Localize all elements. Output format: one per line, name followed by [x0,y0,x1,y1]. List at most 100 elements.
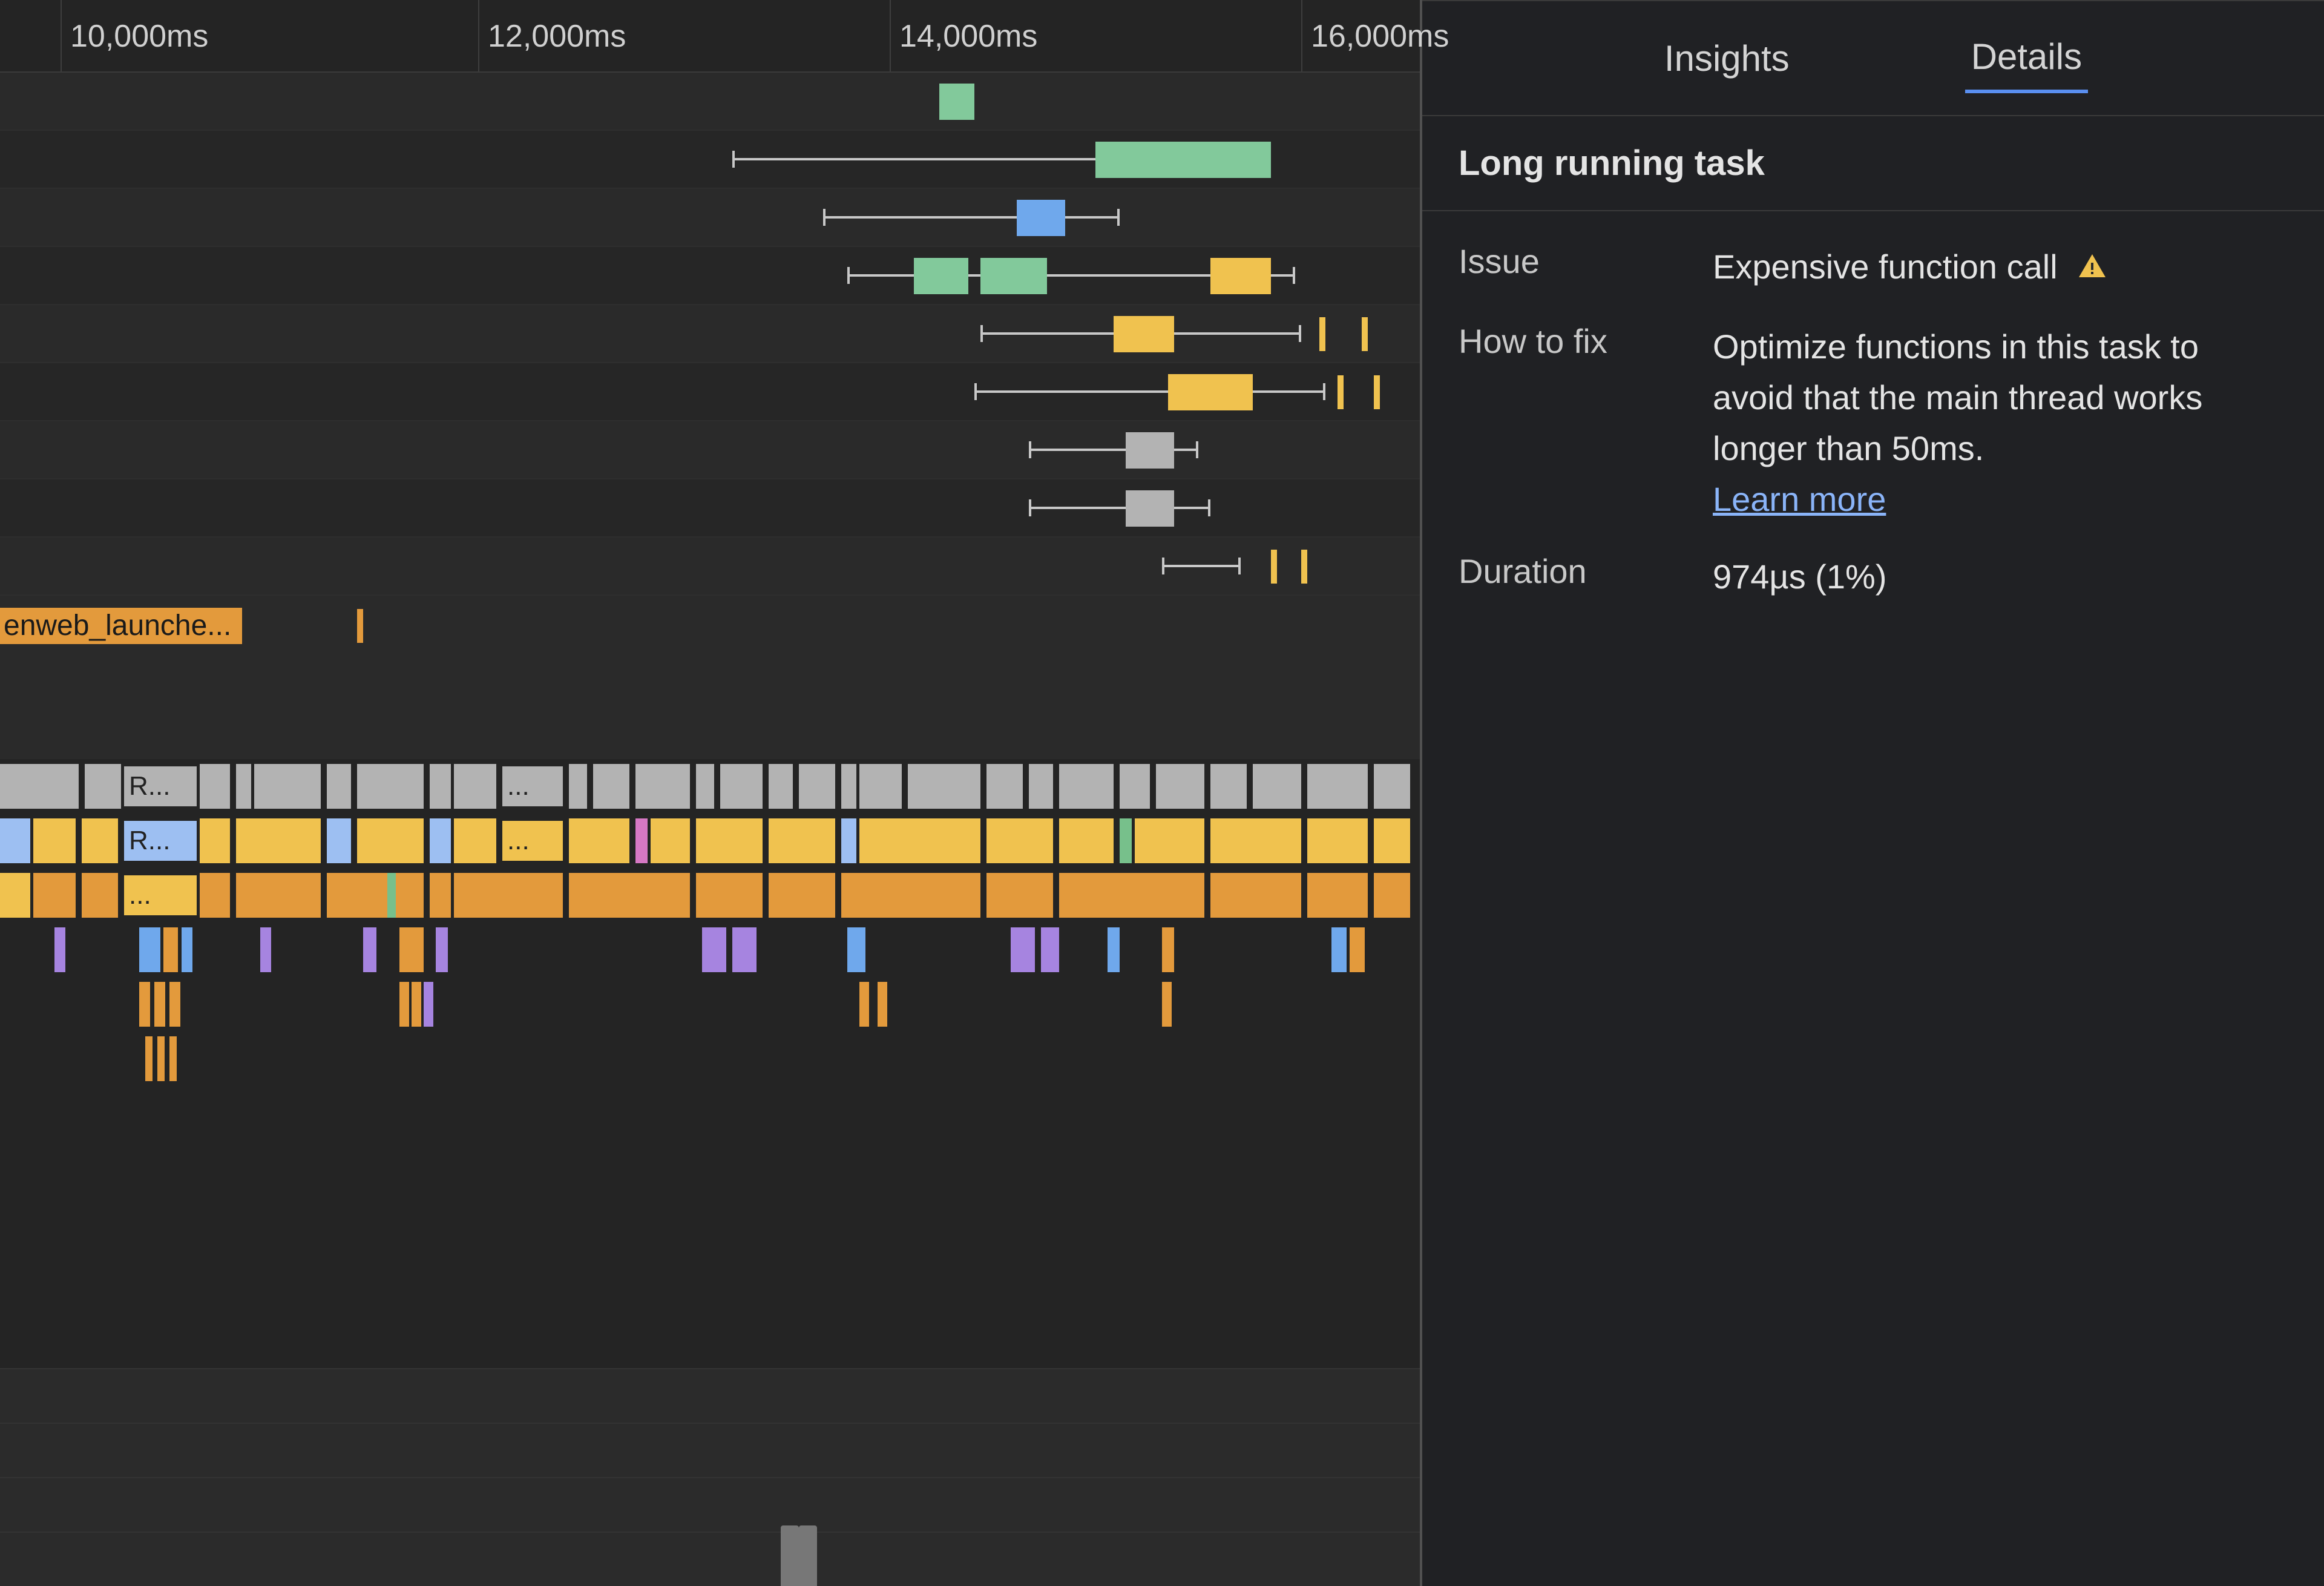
flame-block[interactable] [841,818,856,863]
launcher-chip[interactable]: enweb_launche... [0,608,242,644]
flame-block[interactable] [696,873,763,918]
flame-block[interactable] [569,818,629,863]
flame-block[interactable]: ... [124,875,197,915]
timeline-sliver[interactable] [357,609,363,643]
wave-row[interactable] [0,1532,1420,1586]
tab-details[interactable]: Details [1965,24,2088,93]
flame-block[interactable] [1210,873,1301,918]
timeline-sliver[interactable] [1271,550,1277,584]
flame-block[interactable] [454,818,496,863]
flame-block[interactable] [1162,982,1172,1027]
flame-block[interactable] [569,873,690,918]
flame-block[interactable] [859,982,869,1027]
flame-block[interactable] [986,818,1053,863]
flame-block[interactable] [769,764,793,809]
flame-block[interactable] [254,764,321,809]
flame-block[interactable] [1135,818,1204,863]
flame-block[interactable] [0,873,30,918]
flame-block[interactable] [1011,927,1035,972]
tab-insights[interactable]: Insights [1658,25,1796,91]
flame-block[interactable] [635,818,648,863]
flame-block[interactable] [82,873,118,918]
flame-block[interactable] [236,764,251,809]
flame-block[interactable] [436,927,448,972]
flame-block[interactable] [157,1036,165,1081]
flame-block[interactable] [260,927,271,972]
flame-block[interactable] [841,764,856,809]
timeline-block[interactable] [1126,490,1174,527]
flame-block[interactable] [0,764,79,809]
flame-block[interactable] [169,1036,177,1081]
flame-block[interactable] [236,873,321,918]
flame-block[interactable] [154,982,165,1027]
flame-block[interactable] [651,818,690,863]
timeline-block[interactable] [939,84,974,120]
flame-block[interactable] [327,873,424,918]
flame-block[interactable] [424,982,433,1027]
flame-block[interactable] [1210,818,1301,863]
bottom-panel[interactable] [0,1368,1420,1586]
flame-block[interactable] [841,873,980,918]
track-row[interactable] [0,421,1420,479]
flame-block[interactable] [412,982,421,1027]
flame-block[interactable] [635,764,690,809]
flame-block[interactable] [696,818,763,863]
track-row[interactable] [0,538,1420,596]
flame-block[interactable] [1331,927,1347,972]
flame-block[interactable] [1059,818,1114,863]
timeline-block[interactable] [980,258,1047,294]
flame-block[interactable] [732,927,757,972]
flame-block[interactable] [54,927,65,972]
track-row[interactable]: enweb_launche... [0,596,1420,650]
flame-block[interactable] [454,764,496,809]
flame-block[interactable] [139,927,160,972]
timeline-sliver[interactable] [1362,317,1368,351]
flame-block[interactable] [1350,927,1365,972]
track-row[interactable] [0,305,1420,363]
flame-block[interactable] [430,818,451,863]
scrub-handle[interactable] [781,1525,799,1586]
timeline-block[interactable] [1168,374,1253,410]
flame-block[interactable] [1253,764,1301,809]
network-tracks[interactable] [0,73,1420,596]
flame-block[interactable] [399,982,409,1027]
learn-more-link[interactable]: Learn more [1713,480,1886,518]
flame-block[interactable] [859,818,980,863]
track-row[interactable] [0,131,1420,189]
flame-block[interactable] [720,764,763,809]
timeline-pane[interactable]: 10,000ms 12,000ms 14,000ms 16,000ms [0,0,1422,1586]
flame-block[interactable] [799,764,835,809]
flame-block[interactable] [327,764,351,809]
flame-block[interactable] [33,873,76,918]
timeline-block[interactable] [914,258,968,294]
flame-block[interactable] [986,873,1053,918]
flame-block[interactable] [1374,764,1410,809]
track-row[interactable] [0,73,1420,131]
flame-block[interactable] [1120,764,1150,809]
time-ruler[interactable]: 10,000ms 12,000ms 14,000ms 16,000ms [0,0,1420,73]
flame-block[interactable] [696,764,714,809]
flame-block[interactable] [1307,764,1368,809]
flame-block[interactable] [430,873,451,918]
flame-block[interactable]: R... [124,766,197,806]
flame-chart[interactable]: R... ... [0,759,1420,1122]
flame-block[interactable] [593,764,629,809]
flame-block[interactable] [82,818,118,863]
flame-block[interactable] [169,982,180,1027]
flame-block[interactable]: ... [502,821,563,861]
flame-block[interactable] [1156,764,1204,809]
timeline-block[interactable] [1210,258,1271,294]
flame-block[interactable] [878,982,887,1027]
flame-block[interactable] [859,764,902,809]
flame-block[interactable]: R... [124,821,197,861]
flame-block[interactable] [1059,764,1114,809]
flame-block[interactable] [85,764,121,809]
flame-block[interactable] [236,818,321,863]
flame-block[interactable] [702,927,726,972]
track-row[interactable] [0,247,1420,305]
flame-block[interactable] [357,818,424,863]
timeline-sliver[interactable] [1374,375,1380,409]
flame-block[interactable] [363,927,376,972]
flame-block[interactable] [327,818,351,863]
timeline-sliver[interactable] [1301,550,1307,584]
